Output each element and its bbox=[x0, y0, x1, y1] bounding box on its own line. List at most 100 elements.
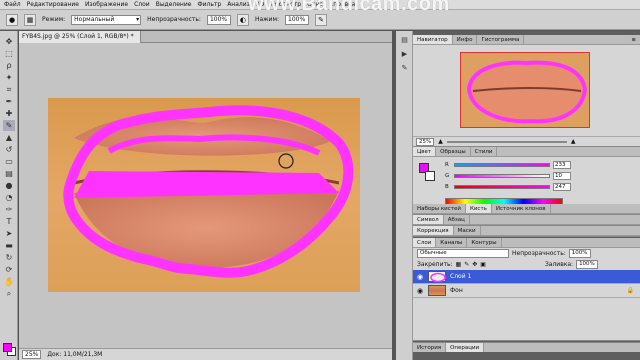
navigator-preview[interactable] bbox=[413, 45, 640, 136]
zoom-in-icon[interactable]: ▲ bbox=[571, 138, 576, 145]
character-tabs: Символ Абзац bbox=[413, 215, 640, 225]
layers-body: Обычные Непрозрачность: 100% Закрепить: … bbox=[413, 248, 640, 298]
channel-r-value[interactable]: 233 bbox=[553, 161, 571, 169]
background-layer-name[interactable]: Фон bbox=[450, 287, 463, 294]
canvas-image[interactable] bbox=[19, 43, 392, 348]
navigator-zoom-slider[interactable] bbox=[446, 140, 567, 143]
visibility-eye-icon[interactable]: ◉ bbox=[416, 273, 424, 281]
fill-field[interactable]: 100% bbox=[576, 260, 598, 269]
zoom-tool-icon[interactable]: ⌕ bbox=[3, 288, 15, 299]
marquee-tool-icon[interactable]: ⬚ bbox=[3, 48, 15, 59]
brush-tabs: Наборы кистей Кисть Источник клонов bbox=[413, 204, 640, 214]
tab-swatches[interactable]: Образцы bbox=[436, 147, 471, 156]
menu-item[interactable]: Анализ bbox=[227, 1, 250, 8]
layer-opacity-field[interactable]: 100% bbox=[568, 249, 591, 258]
layer1-name[interactable]: Слой 1 bbox=[450, 273, 471, 280]
tab-brush[interactable]: Кисть bbox=[465, 204, 492, 213]
brush-tool-icon[interactable]: ✎ bbox=[3, 120, 15, 131]
foreground-color-swatch[interactable] bbox=[3, 343, 12, 352]
canvas-area[interactable] bbox=[19, 43, 392, 348]
pen-tool-icon[interactable]: ✑ bbox=[3, 204, 15, 215]
layer-row-layer1[interactable]: ◉ Слой 1 bbox=[413, 270, 640, 284]
tab-layers[interactable]: Слои bbox=[413, 238, 437, 247]
menu-item[interactable]: Редактирование bbox=[27, 1, 79, 8]
navigator-thumbnail[interactable] bbox=[460, 52, 590, 128]
tab-navigator[interactable]: Навигатор bbox=[413, 35, 453, 44]
document-tab-bar: FYB4S.jpg @ 25% (Слой 1, RGB/8*) * bbox=[19, 31, 392, 43]
channel-g-row: G 10 bbox=[445, 172, 571, 180]
path-select-tool-icon[interactable]: ➤ bbox=[3, 228, 15, 239]
lasso-tool-icon[interactable]: ρ bbox=[3, 60, 15, 71]
history-brush-icon[interactable]: ↺ bbox=[3, 144, 15, 155]
airbrush-icon[interactable]: ✎ bbox=[315, 13, 327, 26]
tab-adjustments[interactable]: Коррекция bbox=[413, 226, 454, 235]
magic-wand-tool-icon[interactable]: ✦ bbox=[3, 72, 15, 83]
menu-item[interactable]: Фильтр bbox=[197, 1, 221, 8]
stamp-tool-icon[interactable]: ▲ bbox=[3, 132, 15, 143]
tab-clone-source[interactable]: Источник клонов bbox=[492, 204, 551, 213]
3d-orbit-tool-icon[interactable]: ⟳ bbox=[3, 264, 15, 275]
visibility-eye-icon[interactable]: ◉ bbox=[416, 287, 424, 295]
menu-item[interactable]: Выделение bbox=[156, 1, 192, 8]
doc-zoom-field[interactable]: 25% bbox=[22, 350, 42, 359]
tab-paragraph[interactable]: Абзац bbox=[444, 215, 470, 224]
tab-color[interactable]: Цвет bbox=[413, 147, 437, 156]
tablet-opacity-icon[interactable]: ◐ bbox=[236, 13, 249, 26]
tab-info[interactable]: Инфо bbox=[453, 35, 478, 44]
eraser-tool-icon[interactable]: ▭ bbox=[3, 156, 15, 167]
menu-item[interactable]: Изображение bbox=[85, 1, 128, 8]
tab-channels[interactable]: Каналы bbox=[436, 238, 468, 247]
hand-tool-icon[interactable]: ✋ bbox=[3, 276, 15, 287]
navigator-zoom-field[interactable]: 25% bbox=[416, 137, 435, 146]
tab-actions[interactable]: Операции bbox=[446, 343, 485, 352]
brush-panel-dock-icon[interactable]: ✎ bbox=[399, 62, 410, 73]
dodge-tool-icon[interactable]: ◔ bbox=[3, 192, 15, 203]
layers-tabs: Слои Каналы Контуры bbox=[413, 238, 640, 248]
lock-all-icon[interactable]: ▣ bbox=[480, 261, 486, 268]
brush-preset-icon[interactable]: ● bbox=[6, 13, 18, 26]
shape-tool-icon[interactable]: ▬ bbox=[3, 240, 15, 251]
channel-g-slider[interactable] bbox=[454, 174, 550, 178]
lock-row: Закрепить: ▦ ✎ ✥ ▣ Заливка: 100% bbox=[413, 259, 640, 270]
actions-panel-icon[interactable]: ▶ bbox=[399, 48, 410, 59]
zoom-out-icon[interactable]: ▲ bbox=[438, 138, 443, 145]
channel-r-label: R bbox=[445, 162, 449, 168]
tab-history[interactable]: История bbox=[413, 343, 447, 352]
crop-tool-icon[interactable]: ⌗ bbox=[3, 84, 15, 95]
opacity-field[interactable]: 100% bbox=[206, 14, 231, 25]
type-tool-icon[interactable]: T bbox=[3, 216, 15, 227]
layer-row-background[interactable]: ◉ Фон 🔒 bbox=[413, 284, 640, 298]
lock-pixels-icon[interactable]: ✎ bbox=[464, 261, 469, 268]
healing-tool-icon[interactable]: ✚ bbox=[3, 108, 15, 119]
3d-rotate-tool-icon[interactable]: ↻ bbox=[3, 252, 15, 263]
channel-r-slider[interactable] bbox=[454, 163, 550, 167]
tab-character[interactable]: Символ bbox=[413, 215, 444, 224]
channel-b-value[interactable]: 247 bbox=[553, 183, 571, 191]
panel-menu-icon[interactable]: ≡ bbox=[627, 35, 640, 44]
tab-styles[interactable]: Стили bbox=[471, 147, 498, 156]
channel-g-value[interactable]: 10 bbox=[553, 172, 571, 180]
gradient-tool-icon[interactable]: ▤ bbox=[3, 168, 15, 179]
move-tool-icon[interactable]: ✥ bbox=[3, 36, 15, 47]
lock-transparency-icon[interactable]: ▦ bbox=[456, 261, 462, 268]
color-bg-swatch[interactable] bbox=[425, 171, 435, 181]
menu-item[interactable]: Файл bbox=[4, 1, 21, 8]
tab-histogram[interactable]: Гистограмма bbox=[477, 35, 525, 44]
tab-paths[interactable]: Контуры bbox=[467, 238, 502, 247]
background-thumbnail bbox=[428, 285, 446, 296]
tab-masks[interactable]: Маски bbox=[454, 226, 481, 235]
adjustments-panel-group: Коррекция Маски bbox=[413, 226, 640, 237]
eyedropper-tool-icon[interactable]: ✒ bbox=[3, 96, 15, 107]
lock-position-icon[interactable]: ✥ bbox=[472, 261, 477, 268]
menu-item[interactable]: Слои bbox=[134, 1, 150, 8]
tab-brush-presets[interactable]: Наборы кистей bbox=[413, 204, 466, 213]
blend-mode-select[interactable]: Обычные bbox=[417, 249, 509, 258]
pressure-field[interactable]: 100% bbox=[285, 14, 309, 25]
brush-panel-icon[interactable]: ▦ bbox=[24, 13, 36, 26]
document-window: FYB4S.jpg @ 25% (Слой 1, RGB/8*) * 25% Д… bbox=[19, 31, 392, 360]
document-tab[interactable]: FYB4S.jpg @ 25% (Слой 1, RGB/8*) * bbox=[19, 31, 141, 43]
history-panel-icon[interactable]: ▤ bbox=[399, 34, 410, 45]
mode-select[interactable]: Нормальный bbox=[71, 14, 142, 25]
channel-b-slider[interactable] bbox=[454, 185, 550, 189]
blur-tool-icon[interactable]: ● bbox=[3, 180, 15, 191]
